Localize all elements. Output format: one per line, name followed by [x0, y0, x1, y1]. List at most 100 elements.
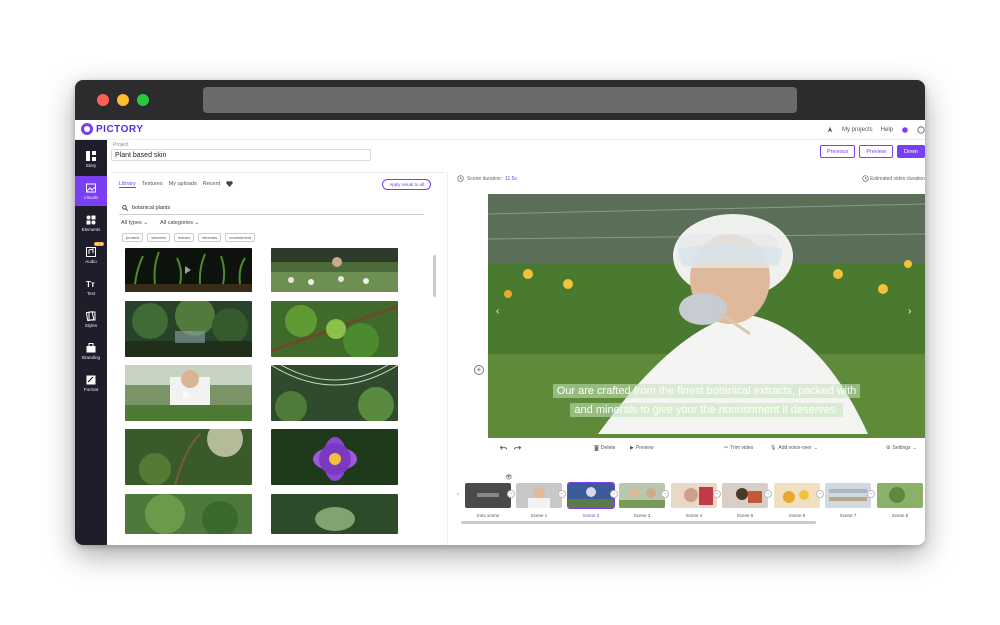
sidebar-item-elements[interactable]: Elements: [75, 208, 107, 238]
sidebar-item-label: Elements: [81, 226, 101, 232]
tab-my-uploads[interactable]: My uploads: [169, 181, 197, 188]
scene-thumbnail-4[interactable]: [671, 483, 717, 508]
minimize-window-button[interactable]: [117, 94, 129, 106]
keyword-chip[interactable]: extract: [174, 233, 195, 242]
settings-button[interactable]: ⚙ Settings ⌄: [886, 445, 917, 451]
maximize-window-button[interactable]: [137, 94, 149, 106]
search-input[interactable]: botanical plants: [119, 201, 424, 215]
undo-button[interactable]: [500, 445, 507, 451]
avatar[interactable]: [917, 126, 925, 134]
visual-thumbnail[interactable]: [125, 365, 252, 421]
library-scrollbar[interactable]: [433, 255, 436, 297]
my-projects-link[interactable]: My projects: [842, 127, 873, 133]
visual-thumbnail[interactable]: [271, 248, 398, 292]
scene-delete-icon[interactable]: −: [610, 490, 618, 498]
heart-icon[interactable]: [226, 181, 233, 187]
delete-button[interactable]: Delete: [594, 445, 615, 451]
scene-delete-icon[interactable]: −: [507, 490, 515, 498]
scene-label: Scene 2: [582, 513, 600, 518]
scene-thumbnail-1[interactable]: [516, 483, 562, 508]
tab-textures[interactable]: Textures: [142, 181, 163, 188]
previous-button[interactable]: Previous: [819, 145, 856, 158]
visibility-icon[interactable]: 👁: [505, 474, 513, 481]
keyword-chip[interactable]: nourishment: [225, 233, 256, 242]
scene-delete-icon[interactable]: −: [816, 490, 824, 498]
visual-thumbnail[interactable]: [271, 301, 398, 357]
scene-thumbnail-6[interactable]: [774, 483, 820, 508]
logo-icon: [81, 123, 93, 135]
type-filter-select[interactable]: All types ⌄: [121, 220, 148, 226]
category-filter-select[interactable]: All categories ⌄: [160, 220, 199, 226]
video-caption[interactable]: Our are crafted from the finest botanica…: [488, 382, 925, 420]
project-name-input[interactable]: Plant based skin: [111, 149, 371, 161]
previous-frame-arrow-icon[interactable]: ‹: [496, 306, 499, 317]
scene-delete-icon[interactable]: −: [661, 490, 669, 498]
sidebar-item-label: Branding: [81, 354, 100, 360]
pictory-app: PICTORY My projects Help Story Visuals E…: [75, 120, 925, 545]
trim-label: Trim video: [730, 445, 754, 451]
visual-library-panel: Library Textures My uploads Recent Apply…: [111, 172, 445, 545]
scene-thumbnail-8[interactable]: [877, 483, 923, 508]
scene-thumbnail-3[interactable]: [619, 483, 665, 508]
download-button[interactable]: Down: [896, 145, 925, 158]
scene-thumbnail-2[interactable]: [567, 482, 615, 509]
video-preview[interactable]: Our are crafted from the finest botanica…: [488, 194, 925, 438]
sidebar-item-branding[interactable]: Branding: [75, 336, 107, 366]
scene-delete-icon[interactable]: −: [764, 490, 772, 498]
scene-delete-icon[interactable]: −: [558, 490, 566, 498]
trim-video-button[interactable]: ✂ Trim video: [724, 445, 753, 451]
pictory-logo[interactable]: PICTORY: [81, 123, 143, 135]
sidebar-item-text[interactable]: Tт Text: [75, 272, 107, 302]
scene-thumbnail-5[interactable]: [722, 483, 768, 508]
scene-label: Intro scene: [476, 513, 500, 518]
scissors-icon: ✂: [724, 445, 729, 451]
visual-thumbnail[interactable]: [125, 248, 252, 292]
visual-thumbnail[interactable]: [271, 365, 398, 421]
sidebar-item-story[interactable]: Story: [75, 144, 107, 174]
sidebar-item-styles[interactable]: Styles: [75, 304, 107, 334]
sidebar-item-label: Story: [85, 162, 97, 168]
redo-button[interactable]: [514, 445, 521, 451]
close-window-button[interactable]: [97, 94, 109, 106]
undo-icon: [500, 445, 507, 450]
sliders-icon: ⚙: [886, 445, 891, 451]
next-frame-arrow-icon[interactable]: ›: [908, 306, 911, 317]
scene-thumbnail-7[interactable]: [825, 483, 871, 508]
rocket-icon[interactable]: [826, 126, 834, 134]
visual-thumbnail[interactable]: [125, 429, 252, 485]
caption-line-2: and minerals to give your the nourishmen…: [570, 403, 843, 417]
notification-icon[interactable]: [901, 126, 909, 134]
scene-delete-icon[interactable]: −: [867, 490, 875, 498]
scene-thumbnail-intro[interactable]: [465, 483, 511, 508]
scene-delete-icon[interactable]: −: [713, 490, 721, 498]
visual-thumbnail[interactable]: [125, 494, 252, 534]
scene-preview-button[interactable]: ▶ Preview: [630, 445, 654, 451]
tab-recent[interactable]: Recent: [203, 181, 220, 188]
keyword-chip[interactable]: vitamins: [147, 233, 171, 242]
help-link[interactable]: Help: [881, 127, 893, 133]
styles-icon: [86, 310, 96, 321]
visual-thumbnail[interactable]: [271, 494, 398, 534]
sidebar-item-format[interactable]: Format: [75, 368, 107, 398]
add-voice-over-button[interactable]: 🎙 Add voice-over ⌄: [770, 445, 818, 451]
voice-label: Add voice-over: [778, 445, 812, 451]
timeline-scrollbar[interactable]: [461, 521, 816, 524]
settings-label: Settings: [892, 445, 911, 451]
keyword-chip[interactable]: product: [122, 233, 144, 242]
visual-thumbnail[interactable]: [125, 301, 252, 357]
text-icon: Tт: [86, 280, 95, 289]
visual-thumbnail[interactable]: [271, 429, 398, 485]
left-sidebar: Story Visuals Elements NEW Audio Tт Text: [75, 140, 107, 545]
timeline-left-arrow-icon[interactable]: ‹: [457, 492, 459, 498]
apply-visual-to-all-button[interactable]: Apply visual to all: [382, 179, 431, 190]
add-scene-button[interactable]: +: [474, 365, 484, 375]
address-bar[interactable]: [203, 87, 797, 113]
sidebar-item-visuals[interactable]: Visuals: [75, 176, 107, 206]
estimated-duration-label: Estimated video duration: [869, 175, 925, 182]
keyword-chip[interactable]: minerals: [198, 233, 222, 242]
scene-label: Scene 5: [736, 513, 754, 518]
tab-library[interactable]: Library: [119, 181, 136, 188]
preview-button[interactable]: Preview: [859, 145, 893, 158]
sidebar-item-audio[interactable]: NEW Audio: [75, 240, 107, 270]
trash-icon: [594, 445, 599, 451]
